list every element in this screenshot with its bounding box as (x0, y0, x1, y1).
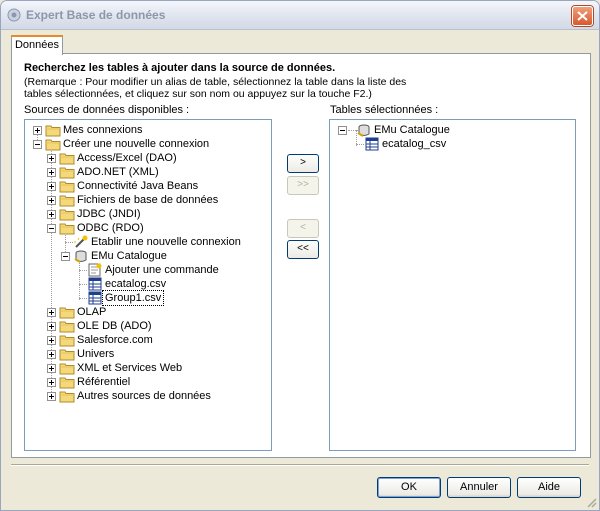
dialog-window: Expert Base de données Données Recherche… (0, 0, 600, 511)
add-table-button[interactable]: > (287, 154, 319, 173)
help-button[interactable]: Aide (517, 477, 581, 498)
selected-tables-tree[interactable]: EMu Catalogue ecatalog_csv (329, 119, 576, 451)
collapse-icon[interactable] (61, 252, 70, 261)
command-icon (87, 263, 103, 277)
tab-donnees[interactable]: Données (11, 35, 63, 55)
ok-button[interactable]: OK (377, 477, 441, 498)
folder-icon (59, 333, 75, 347)
folder-icon (59, 389, 75, 403)
database-icon (73, 249, 89, 263)
panel-note: (Remarque : Pour modifier un alias de ta… (24, 76, 407, 100)
folder-icon (59, 319, 75, 333)
collapse-icon[interactable] (338, 126, 347, 135)
table-icon (87, 291, 103, 305)
expand-icon[interactable] (47, 308, 56, 317)
folder-icon (59, 361, 75, 375)
remove-table-button[interactable]: < (287, 219, 319, 238)
folder-icon (45, 123, 61, 137)
window-title: Expert Base de données (26, 8, 166, 22)
collapse-icon[interactable] (47, 224, 56, 233)
cancel-button[interactable]: Annuler (447, 477, 511, 498)
folder-icon (59, 165, 75, 179)
resize-grip-icon[interactable] (585, 496, 597, 508)
expand-icon[interactable] (47, 392, 56, 401)
expand-icon[interactable] (47, 196, 56, 205)
expand-icon[interactable] (47, 182, 56, 191)
app-icon (7, 8, 21, 22)
folder-icon (59, 305, 75, 319)
tab-panel: Recherchez les tables à ajouter dans la … (11, 53, 591, 458)
separator (11, 464, 589, 466)
expand-icon[interactable] (47, 322, 56, 331)
expand-icon[interactable] (47, 210, 56, 219)
folder-icon (59, 151, 75, 165)
folder-icon (59, 375, 75, 389)
folder-icon (59, 207, 75, 221)
table-icon (87, 277, 103, 291)
close-icon (577, 11, 588, 21)
selected-label: Tables sélectionnées : (330, 104, 439, 116)
wizard-wand-icon (73, 235, 89, 249)
title-bar[interactable]: Expert Base de données (1, 1, 599, 30)
expand-icon[interactable] (47, 154, 56, 163)
folder-open-icon (45, 137, 61, 151)
expand-icon[interactable] (33, 126, 42, 135)
folder-icon (59, 347, 75, 361)
expand-icon[interactable] (47, 364, 56, 373)
database-icon (356, 123, 372, 137)
expand-icon[interactable] (47, 168, 56, 177)
expand-icon[interactable] (47, 350, 56, 359)
collapse-icon[interactable] (33, 140, 42, 149)
table-icon (364, 137, 380, 151)
panel-heading: Recherchez les tables à ajouter dans la … (24, 62, 336, 74)
folder-icon (59, 193, 75, 207)
folder-open-icon (59, 221, 75, 235)
expand-icon[interactable] (47, 336, 56, 345)
expand-icon[interactable] (47, 378, 56, 387)
close-button[interactable] (572, 6, 593, 26)
add-all-tables-button[interactable]: >> (287, 176, 319, 195)
remove-all-tables-button[interactable]: << (287, 240, 319, 259)
folder-icon (59, 179, 75, 193)
sources-label: Sources de données disponibles : (24, 104, 190, 116)
sources-tree[interactable]: Mes connexions Créer une nouvelle connex… (24, 119, 272, 451)
